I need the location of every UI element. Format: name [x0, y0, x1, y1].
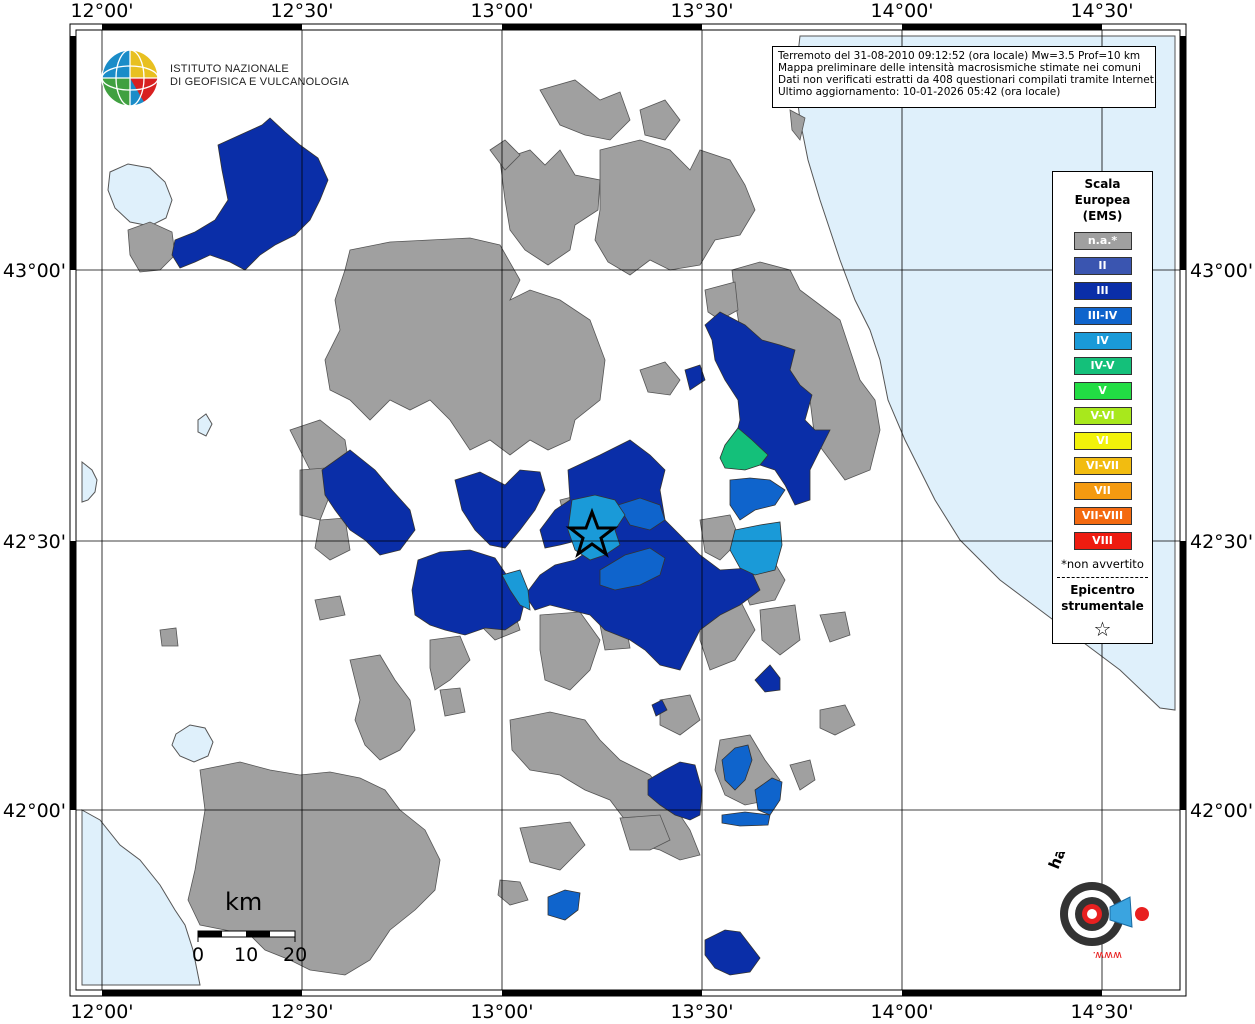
intensity-III-area-north [171, 117, 329, 271]
intensity-legend: Scala Europea (EMS) n.a.* II III III-IV IV IV… [1052, 171, 1153, 644]
intensity-III-IV-area-7 [547, 889, 581, 921]
haisentito-logo: haisentitoilterremoto.it www. [1030, 680, 1170, 982]
scale-tick-10: 10 [234, 944, 259, 966]
lat-label: 43°00' [1190, 260, 1253, 282]
lat-label: 42°00' [1190, 800, 1253, 822]
legend-swatch-2: III [1073, 282, 1132, 300]
legend-title: Scala Europea (EMS) [1053, 176, 1152, 224]
legend-swatch-8: VI [1073, 432, 1132, 450]
scale-tick-20: 20 [283, 944, 308, 966]
intensity-III-area-southwest [411, 549, 526, 636]
legend-swatch-4: IV [1073, 332, 1132, 350]
lon-label: 14°00' [870, 1001, 933, 1023]
lon-label: 12°30' [270, 1001, 333, 1023]
legend-swatch-7: V-VI [1073, 407, 1132, 425]
scale-tick-0: 0 [192, 944, 205, 966]
legend-swatch-11: VII-VIII [1073, 507, 1132, 525]
latitude-labels-left: 43°00' 42°30' 42°00' [3, 260, 66, 822]
legend-epicenter-line2: strumentale [1061, 599, 1144, 613]
lat-label: 43°00' [3, 260, 66, 282]
longitude-labels-top: 12°00' 12°30' 13°00' 13°30' 14°00' 14°30… [70, 0, 1133, 22]
haisentito-logo-text: haisentitoilterremoto.it [1045, 852, 1136, 871]
scale-unit: km [225, 888, 263, 916]
ingv-line2: DI GEOFISICA E VULCANOLOGIA [170, 76, 349, 88]
legend-swatch-5: IV-V [1073, 357, 1132, 375]
lon-label: 13°30' [670, 1001, 733, 1023]
latitude-labels-right: 43°00' 42°30' 42°00' [1190, 260, 1253, 822]
legend-star-icon: ☆ [1093, 617, 1112, 641]
legend-title-line3: (EMS) [1082, 209, 1123, 223]
intensity-III-IV-area-6 [721, 811, 771, 827]
legend-swatch-9: VI-VII [1073, 457, 1132, 475]
legend-swatch-12: VIII [1073, 532, 1132, 550]
lon-label: 13°00' [470, 0, 533, 22]
lon-label: 12°30' [270, 0, 333, 22]
legend-swatch-10: VII [1073, 482, 1132, 500]
lon-label: 12°00' [70, 1001, 133, 1023]
legend-epicenter-label: Epicentro strumentale [1053, 582, 1152, 614]
intensity-III-area-southeast [754, 664, 781, 693]
lat-label: 42°00' [3, 800, 66, 822]
legend-title-line1: Scala [1084, 177, 1121, 191]
legend-swatch-0: n.a.* [1073, 232, 1132, 250]
legend-items: n.a.* II III III-IV IV IV-V V V-VI VI VI-VII VII VI… [1053, 232, 1152, 550]
lake-bracciano [171, 724, 214, 763]
ingv-line1: ISTITUTO NAZIONALE [170, 63, 289, 75]
intensity-IV-area-east [729, 521, 783, 576]
lon-label: 13°00' [470, 1001, 533, 1023]
lake-piediluco [197, 413, 213, 437]
intensity-III-area-center-north [454, 469, 546, 549]
ingv-globe-icon [101, 49, 159, 107]
haisentito-logo-icon: haisentitoilterremoto.it www. [1045, 680, 1149, 962]
lon-label: 12°00' [70, 0, 133, 22]
lon-label: 14°30' [1070, 1001, 1133, 1023]
legend-note: *non avvertito [1061, 557, 1144, 571]
lon-label: 14°00' [870, 0, 933, 22]
legend-swatch-3: III-IV [1073, 307, 1132, 325]
longitude-labels-bottom: 12°00' 12°30' 13°00' 13°30' 14°00' 14°30… [70, 1001, 1133, 1023]
lon-label: 14°30' [1070, 0, 1133, 22]
lat-label: 42°30' [1190, 531, 1253, 553]
tyrrhenian-sea-west [81, 460, 98, 503]
lat-label: 42°30' [3, 531, 66, 553]
intensity-III-area-far-south [704, 929, 761, 976]
legend-epicenter-line1: Epicentro [1070, 583, 1135, 597]
event-info-box: Terremoto del 31-08-2010 09:12:52 (ora l… [772, 46, 1157, 108]
haisentito-www: www. [1093, 949, 1122, 962]
legend-swatch-6: V [1073, 382, 1132, 400]
legend-title-line2: Europea [1074, 193, 1131, 207]
lake-trasimeno [107, 163, 173, 227]
lon-label: 13°30' [670, 0, 733, 22]
legend-divider [1057, 577, 1148, 578]
legend-swatch-1: II [1073, 257, 1132, 275]
intensity-III-IV-area-3 [729, 477, 786, 521]
tyrrhenian-sea [81, 809, 201, 986]
ingv-name: ISTITUTO NAZIONALE DI GEOFISICA E VULCAN… [170, 63, 349, 89]
